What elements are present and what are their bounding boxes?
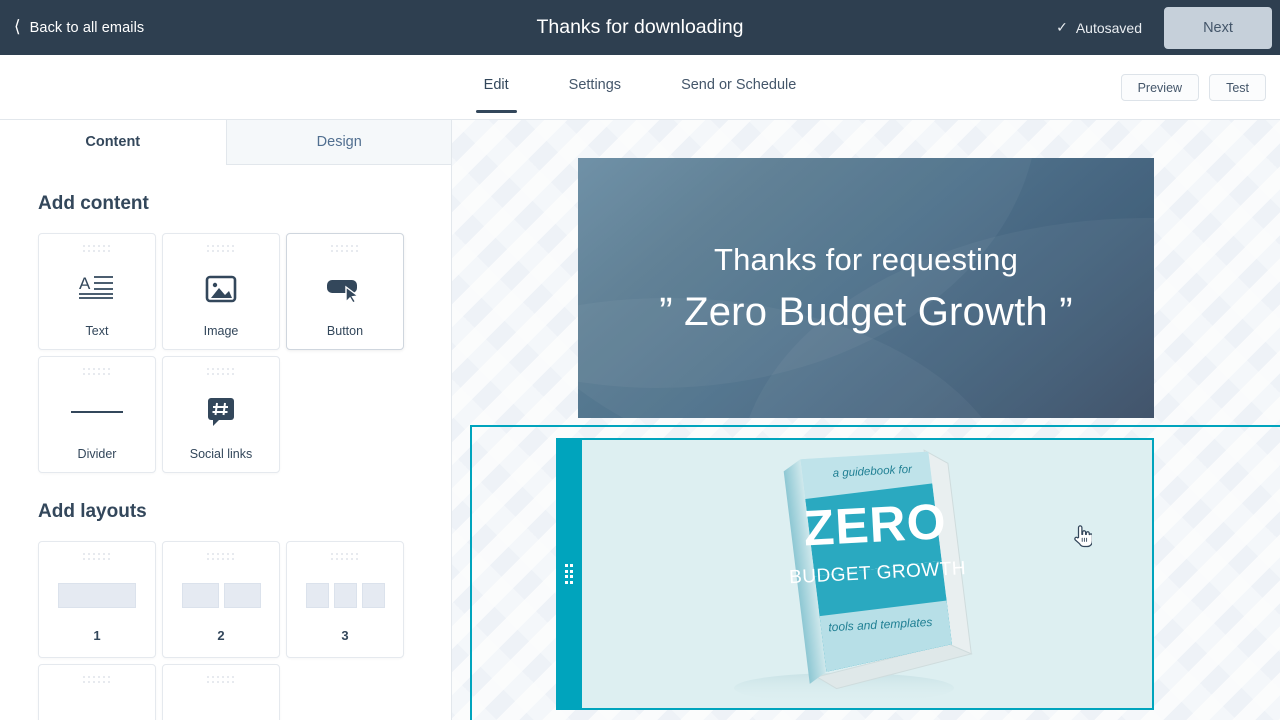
drag-dots-icon[interactable] bbox=[331, 245, 359, 254]
image-icon bbox=[205, 254, 237, 324]
sidebar-tab-design[interactable]: Design bbox=[225, 120, 451, 165]
back-button-label: Back to all emails bbox=[29, 19, 145, 36]
top-bar: ⟨ Back to all emails Thanks for download… bbox=[0, 0, 1280, 55]
check-icon: ✓ bbox=[1056, 19, 1068, 36]
test-button[interactable]: Test bbox=[1209, 74, 1266, 101]
button-icon bbox=[325, 254, 365, 324]
content-card-text[interactable]: A Text bbox=[38, 233, 156, 350]
layout-card-1[interactable]: 1 bbox=[38, 541, 156, 658]
content-card-label: Divider bbox=[77, 447, 117, 461]
layout-preview bbox=[58, 562, 136, 628]
module-drag-handle[interactable] bbox=[556, 438, 582, 710]
next-button[interactable]: Next bbox=[1164, 6, 1272, 49]
svg-text:ZERO: ZERO bbox=[802, 493, 948, 556]
sidebar-tab-content[interactable]: Content bbox=[0, 120, 226, 165]
selected-image-module[interactable]: a guidebook for ZERO BUDGET GROWTH tools… bbox=[582, 438, 1154, 710]
drag-dots-icon bbox=[564, 564, 574, 584]
content-card-image[interactable]: Image bbox=[162, 233, 280, 350]
layout-card-label: 1 bbox=[93, 628, 101, 643]
content-card-social-links[interactable]: Social links bbox=[162, 356, 280, 473]
drag-dots-icon[interactable] bbox=[207, 553, 235, 562]
left-sidebar: Content Design Add content A Text Image … bbox=[0, 120, 452, 720]
content-card-label: Text bbox=[85, 324, 109, 338]
layout-card-2[interactable]: 2 bbox=[162, 541, 280, 658]
back-to-all-emails-button[interactable]: ⟨ Back to all emails bbox=[14, 19, 144, 36]
text-icon: A bbox=[79, 254, 115, 324]
layout-preview bbox=[181, 562, 261, 628]
layout-card-4[interactable] bbox=[38, 664, 156, 720]
editor-tabs: Edit Settings Send or Schedule bbox=[0, 55, 1280, 120]
drag-dots-icon[interactable] bbox=[83, 553, 111, 562]
tab-settings[interactable]: Settings bbox=[561, 77, 629, 113]
tab-send-or-schedule[interactable]: Send or Schedule bbox=[673, 77, 804, 113]
layout-card-label: 3 bbox=[341, 628, 349, 643]
drag-dots-icon[interactable] bbox=[83, 245, 111, 254]
email-canvas[interactable]: Thanks for requesting ” Zero Budget Grow… bbox=[452, 120, 1280, 720]
top-bar-actions: ✓ Autosaved Next bbox=[1056, 0, 1280, 55]
preview-button[interactable]: Preview bbox=[1120, 74, 1200, 101]
drag-dots-icon[interactable] bbox=[207, 368, 235, 377]
layout-card-label: 2 bbox=[217, 628, 225, 643]
sub-nav-bar: Edit Settings Send or Schedule Preview T… bbox=[0, 55, 1280, 120]
content-card-label: Button bbox=[326, 324, 364, 338]
layout-preview bbox=[305, 562, 385, 628]
book-image: a guidebook for ZERO BUDGET GROWTH tools… bbox=[582, 440, 1152, 708]
drag-dots-icon[interactable] bbox=[331, 553, 359, 562]
autosaved-status: ✓ Autosaved bbox=[1056, 20, 1142, 36]
divider-icon bbox=[71, 377, 123, 447]
content-card-divider[interactable]: Divider bbox=[38, 356, 156, 473]
social-links-icon bbox=[206, 377, 236, 447]
content-card-label: Social links bbox=[189, 447, 253, 461]
chevron-left-icon: ⟨ bbox=[14, 17, 21, 37]
layout-card-5[interactable] bbox=[162, 664, 280, 720]
tab-edit[interactable]: Edit bbox=[475, 77, 517, 113]
add-content-heading: Add content bbox=[38, 193, 149, 214]
drag-dots-icon[interactable] bbox=[83, 368, 111, 377]
drag-dots-icon[interactable] bbox=[207, 676, 235, 685]
add-layouts-grid: 1 2 3 bbox=[38, 541, 413, 720]
drag-dots-icon[interactable] bbox=[83, 676, 111, 685]
content-card-button[interactable]: Button bbox=[286, 233, 404, 350]
drag-dots-icon[interactable] bbox=[207, 245, 235, 254]
sidebar-body: Add content A Text Image Button Divider … bbox=[0, 193, 451, 720]
banner-line-2: ” Zero Budget Growth ” bbox=[659, 289, 1073, 334]
autosaved-label: Autosaved bbox=[1075, 19, 1142, 36]
layout-card-3[interactable]: 3 bbox=[286, 541, 404, 658]
sidebar-tabs: Content Design bbox=[0, 120, 451, 165]
banner-line-1: Thanks for requesting bbox=[713, 241, 1019, 277]
svg-text:A: A bbox=[79, 274, 91, 293]
banner-text-block: Thanks for requesting ” Zero Budget Grow… bbox=[578, 158, 1154, 418]
add-content-grid: A Text Image Button Divider Social links bbox=[38, 233, 413, 473]
add-layouts-heading: Add layouts bbox=[38, 501, 147, 522]
content-card-label: Image bbox=[203, 324, 239, 338]
email-banner-module[interactable]: Thanks for requesting ” Zero Budget Grow… bbox=[578, 158, 1154, 418]
sub-nav-actions: Preview Test bbox=[1120, 55, 1266, 120]
